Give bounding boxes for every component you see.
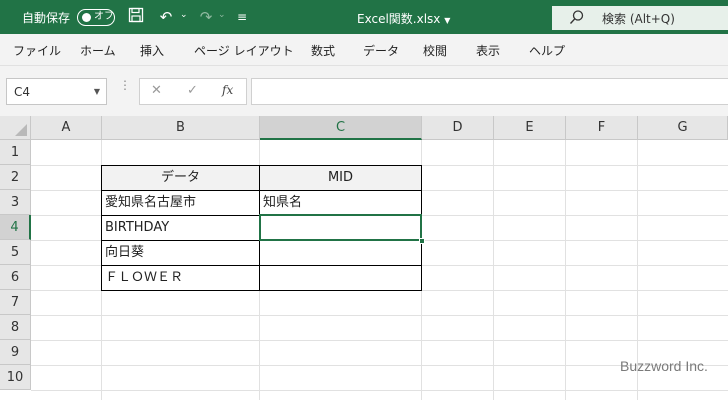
table-border [101, 165, 102, 291]
cell-b5[interactable]: 向日葵 [105, 240, 257, 265]
name-box-value: C4 [14, 85, 31, 99]
column-header-e[interactable]: E [494, 116, 566, 140]
gridline [493, 140, 494, 400]
title-bar: 自動保存 オフ ↶ ⌄ ↷ ⌄ ≡ Excel関数.xlsx ▼ 検索 (Alt… [0, 0, 728, 34]
cancel-icon[interactable]: ✕ [151, 83, 162, 98]
tab-review[interactable]: 校閲 [423, 42, 447, 59]
row-header-10[interactable]: 10 [0, 365, 31, 390]
insert-function-icon[interactable]: fx [222, 83, 233, 97]
cell-b3[interactable]: 愛知県名古屋市 [105, 190, 257, 215]
search-icon [569, 10, 584, 24]
cell-b6[interactable]: ＦＬＯＷＥＲ [105, 265, 257, 290]
toggle-knob [82, 13, 91, 22]
column-header-c[interactable]: C [260, 116, 422, 140]
column-header-a[interactable]: A [31, 116, 102, 140]
ribbon-tabs: ファイル ホーム 挿入 ページ レイアウト 数式 データ 校閲 表示 ヘルプ [0, 34, 728, 66]
spreadsheet-grid: A B C D E F G 1 2 3 4 5 6 7 8 9 10 データ M… [0, 116, 728, 400]
cell-b4[interactable]: BIRTHDAY [105, 215, 257, 240]
search-label: 検索 (Alt+Q) [602, 12, 675, 26]
active-cell-selection [259, 214, 422, 241]
tab-help[interactable]: ヘルプ [529, 42, 565, 59]
search-box[interactable]: 検索 (Alt+Q) [552, 6, 728, 30]
formula-buttons: ✕ ✓ fx [139, 78, 247, 105]
save-icon[interactable] [126, 7, 146, 27]
row-header-4[interactable]: 4 [0, 215, 31, 240]
table-border [101, 265, 422, 266]
gridline [31, 315, 728, 316]
row-header-3[interactable]: 3 [0, 190, 31, 215]
row-header-8[interactable]: 8 [0, 315, 31, 340]
table-border [101, 190, 422, 191]
tab-file[interactable]: ファイル [13, 42, 61, 59]
redo-icon[interactable]: ↷ [196, 7, 216, 27]
formula-input[interactable] [251, 78, 728, 105]
select-all-button[interactable] [0, 116, 31, 140]
file-name-text: Excel関数.xlsx [357, 12, 441, 26]
autosave-label: 自動保存 [22, 11, 71, 25]
cell-b2[interactable]: データ [102, 166, 259, 190]
tab-data[interactable]: データ [363, 42, 399, 59]
enter-icon[interactable]: ✓ [187, 83, 198, 98]
tab-home[interactable]: ホーム [80, 42, 116, 59]
customize-toolbar-icon[interactable]: ≡ [232, 7, 252, 27]
autosave-toggle[interactable]: オフ [77, 9, 115, 26]
table-border [101, 290, 422, 291]
tab-formulas[interactable]: 数式 [311, 42, 335, 59]
gridline [565, 140, 566, 400]
name-box[interactable]: C4 ▼ [6, 78, 107, 105]
more-options-icon[interactable]: ⋮ [119, 79, 131, 91]
gridline [31, 390, 728, 391]
formula-bar: C4 ▼ ⋮ ✕ ✓ fx [0, 66, 728, 116]
fill-handle[interactable] [419, 238, 425, 244]
file-name[interactable]: Excel関数.xlsx ▼ [357, 10, 450, 27]
row-header-2[interactable]: 2 [0, 165, 31, 190]
tab-page-layout[interactable]: ページ レイアウト [194, 42, 294, 59]
tab-view[interactable]: 表示 [476, 42, 500, 59]
column-header-f[interactable]: F [566, 116, 638, 140]
select-all-icon [15, 124, 27, 136]
column-header-g[interactable]: G [638, 116, 728, 140]
cell-c3[interactable]: 知県名 [263, 190, 419, 215]
column-header-b[interactable]: B [102, 116, 260, 140]
row-header-5[interactable]: 5 [0, 240, 31, 265]
redo-dropdown-icon[interactable]: ⌄ [218, 10, 226, 20]
tab-insert[interactable]: 挿入 [140, 42, 164, 59]
watermark: Buzzword Inc. [620, 358, 708, 374]
chevron-down-icon: ▼ [93, 87, 100, 96]
column-header-d[interactable]: D [422, 116, 494, 140]
undo-icon[interactable]: ↶ [156, 7, 176, 27]
table-border [101, 165, 422, 166]
autosave-toggle-state: オフ [94, 11, 114, 22]
undo-dropdown-icon[interactable]: ⌄ [180, 10, 188, 20]
row-header-7[interactable]: 7 [0, 290, 31, 315]
chevron-down-icon: ▼ [444, 16, 451, 25]
cell-c2[interactable]: MID [260, 166, 421, 190]
gridline [31, 340, 728, 341]
row-header-1[interactable]: 1 [0, 140, 31, 165]
row-header-9[interactable]: 9 [0, 340, 31, 365]
row-header-6[interactable]: 6 [0, 265, 31, 290]
